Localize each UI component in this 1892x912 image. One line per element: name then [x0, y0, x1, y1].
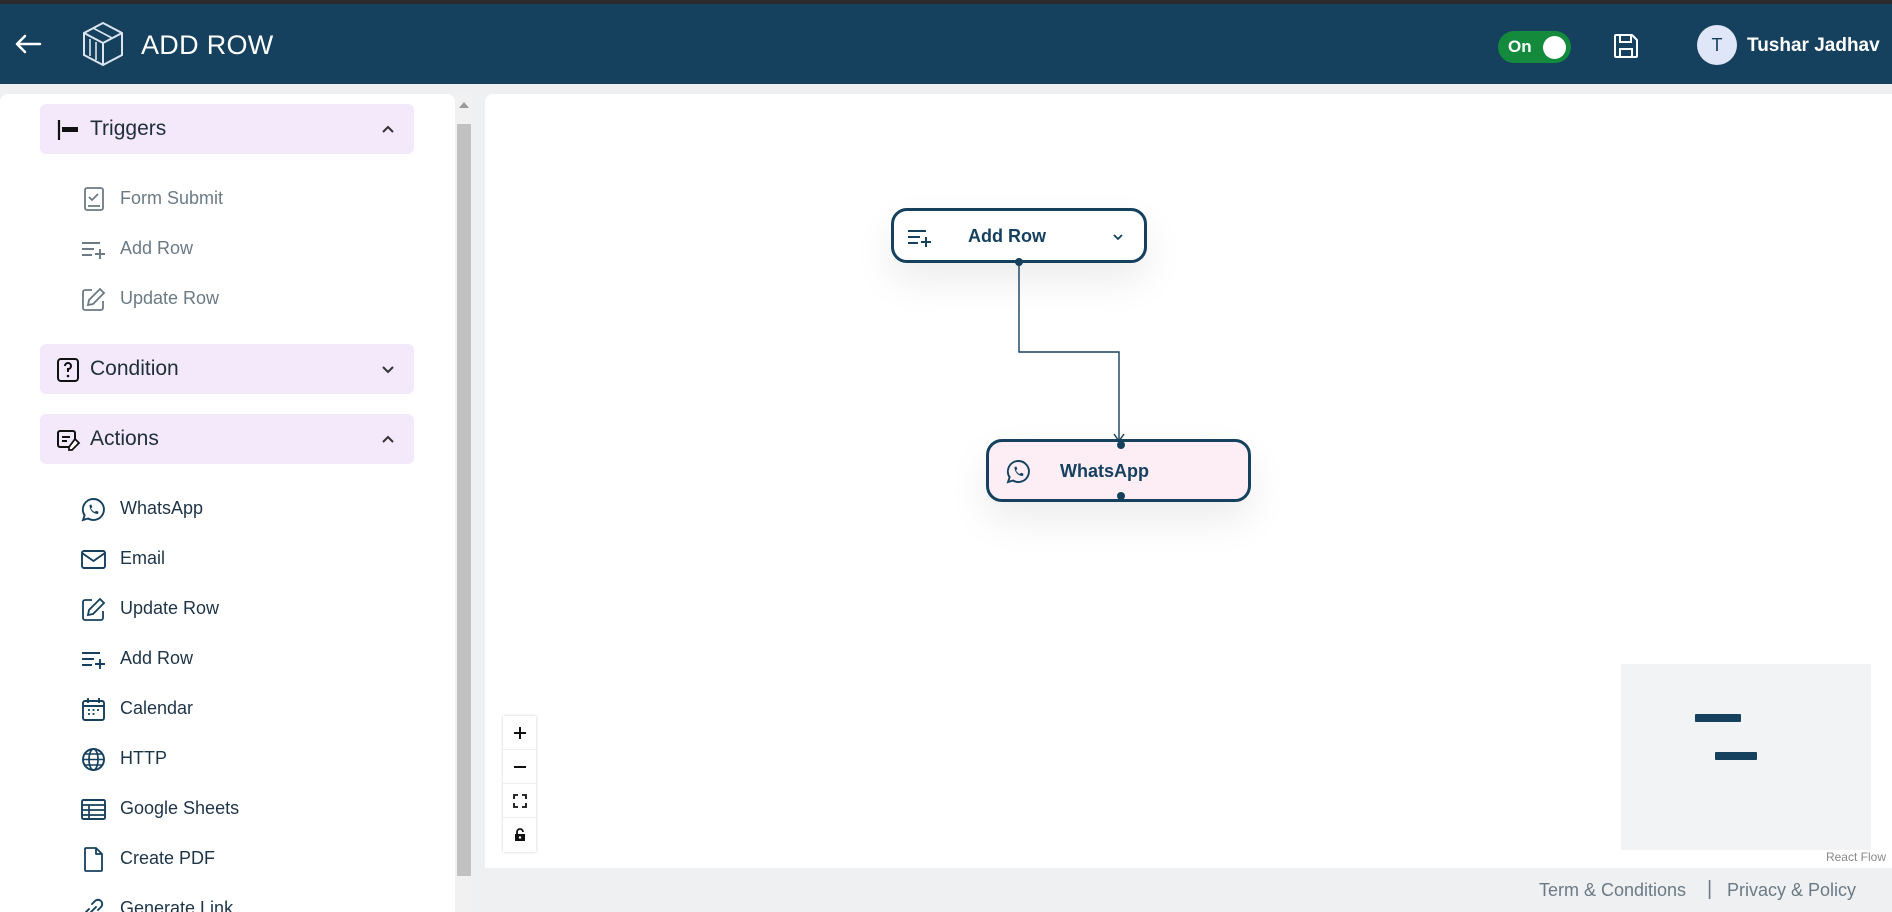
back-button[interactable] — [12, 28, 44, 60]
table-icon — [81, 799, 106, 820]
sidebar-item-generate-link[interactable]: Generate Link — [80, 888, 410, 912]
add-row-icon — [908, 230, 931, 247]
source-handle[interactable] — [1015, 258, 1023, 266]
sidebar-item-add-row-action[interactable]: Add Row — [80, 638, 410, 678]
sidebar-scrollbar[interactable] — [455, 94, 473, 912]
footer: Term & Conditions | Privacy & Policy — [485, 868, 1892, 912]
item-label: Add Row — [120, 648, 194, 668]
save-icon — [1614, 34, 1638, 58]
plus-icon — [513, 726, 526, 739]
node-add-row[interactable]: Add Row — [891, 208, 1147, 266]
sidebar-item-email[interactable]: Email — [80, 538, 410, 578]
form-icon — [84, 187, 104, 211]
item-label: WhatsApp — [120, 498, 204, 518]
question-icon — [57, 358, 79, 382]
scroll-thumb[interactable] — [457, 124, 471, 876]
section-title: Triggers — [90, 117, 167, 140]
item-label: Google Sheets — [120, 798, 240, 818]
trigger-icon — [57, 120, 78, 140]
sidebar-item-update-row[interactable]: Update Row — [80, 278, 410, 318]
sidebar-item-form-submit[interactable]: Form Submit — [80, 178, 410, 218]
node-whatsapp[interactable]: WhatsApp — [986, 439, 1251, 502]
chevron-up-icon — [382, 125, 394, 133]
sidebar-item-whatsapp[interactable]: WhatsApp — [80, 488, 410, 528]
minimap-node — [1715, 752, 1757, 760]
mail-icon — [81, 550, 106, 569]
calendar-icon — [82, 698, 105, 721]
edit-icon — [82, 597, 106, 621]
page-title: ADD ROW — [141, 30, 274, 60]
avatar[interactable]: T — [1697, 25, 1737, 65]
sidebar-item-http[interactable]: HTTP — [80, 738, 410, 778]
privacy-link[interactable]: Privacy & Policy — [1727, 880, 1856, 901]
item-label: Email — [120, 548, 166, 568]
whatsapp-icon — [81, 498, 105, 522]
toggle-knob — [1543, 36, 1566, 59]
attribution-label[interactable]: React Flow — [1826, 850, 1886, 864]
lock-button[interactable] — [503, 818, 536, 852]
chevron-up-icon — [382, 435, 394, 443]
terms-link[interactable]: Term & Conditions — [1539, 880, 1686, 901]
section-condition[interactable]: Condition — [40, 344, 414, 394]
cube-logo-icon — [83, 21, 123, 67]
flow-edge[interactable] — [1018, 260, 1120, 440]
item-label: Calendar — [120, 698, 194, 718]
sidebar-item-create-pdf[interactable]: Create PDF — [80, 838, 410, 878]
zoom-out-button[interactable] — [503, 750, 536, 784]
back-arrow-icon — [15, 34, 42, 54]
sidebar-item-add-row[interactable]: Add Row — [80, 228, 410, 268]
flow-controls — [503, 716, 536, 852]
minus-icon — [513, 765, 526, 768]
sidebar: Triggers Form Submit Add Row Update Row … — [0, 94, 455, 912]
chevron-down-icon[interactable] — [1112, 232, 1124, 242]
edit-icon — [82, 287, 106, 311]
file-icon — [84, 847, 103, 872]
section-actions[interactable]: Actions — [40, 414, 414, 464]
node-title: Add Row — [968, 226, 1046, 246]
zoom-in-button[interactable] — [503, 716, 536, 750]
fit-view-icon — [512, 793, 527, 808]
lock-icon — [514, 828, 525, 841]
minimap-node — [1695, 714, 1741, 722]
workflow-toggle[interactable]: On — [1498, 31, 1571, 63]
add-row-icon — [82, 242, 105, 259]
action-icon — [57, 430, 81, 451]
whatsapp-icon — [1006, 460, 1030, 484]
footer-separator: | — [1707, 878, 1713, 900]
user-name[interactable]: Tushar Jadhav — [1747, 35, 1880, 57]
sidebar-item-google-sheets[interactable]: Google Sheets — [80, 788, 410, 828]
node-title: WhatsApp — [1060, 461, 1149, 481]
item-label: HTTP — [120, 748, 167, 768]
section-title: Actions — [90, 427, 159, 450]
toggle-label: On — [1508, 37, 1532, 56]
fit-view-button[interactable] — [503, 784, 536, 818]
item-label: Create PDF — [120, 848, 216, 868]
scroll-up-arrow[interactable] — [459, 102, 469, 108]
item-label: Add Row — [120, 238, 194, 258]
flow-canvas[interactable]: Add Row WhatsApp React Flow — [485, 94, 1892, 868]
link-icon — [84, 898, 104, 912]
source-handle[interactable] — [1117, 492, 1125, 500]
item-label: Update Row — [120, 598, 220, 618]
add-row-icon — [82, 652, 105, 669]
minimap[interactable] — [1621, 664, 1871, 850]
section-triggers[interactable]: Triggers — [40, 104, 414, 154]
section-title: Condition — [90, 357, 179, 380]
app-header: ADD ROW On T Tushar Jadhav — [0, 4, 1892, 84]
chevron-down-icon — [382, 366, 394, 374]
globe-icon — [82, 748, 105, 771]
target-handle[interactable] — [1117, 441, 1125, 449]
item-label: Form Submit — [120, 188, 224, 208]
sidebar-item-calendar[interactable]: Calendar — [80, 688, 410, 728]
item-label: Update Row — [120, 288, 220, 308]
sidebar-item-update-row-action[interactable]: Update Row — [80, 588, 410, 628]
save-button[interactable] — [1610, 30, 1642, 62]
item-label: Generate Link — [120, 898, 234, 912]
